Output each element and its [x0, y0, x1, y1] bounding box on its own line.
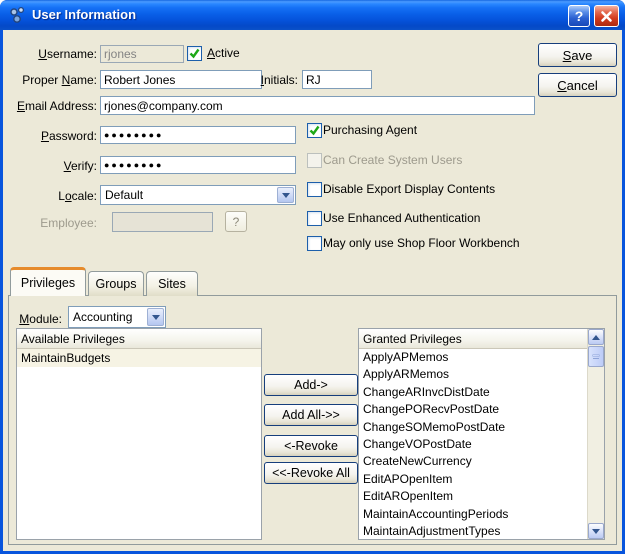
employee-input[interactable] [112, 212, 213, 232]
list-item[interactable]: ChangePORecvPostDate [359, 401, 587, 418]
list-item[interactable]: EditAPOpenItem [359, 471, 587, 488]
window-title: User Information [32, 7, 137, 22]
scroll-down-button[interactable] [588, 523, 604, 539]
list-item[interactable]: CreateNewCurrency [359, 453, 587, 470]
chevron-down-icon[interactable] [147, 308, 164, 326]
enhanced-authentication-checkbox[interactable] [307, 211, 322, 226]
granted-privileges-list: Granted Privileges ApplyAPMemos ApplyARM… [358, 328, 605, 540]
can-create-system-users-label: Can Create System Users [323, 153, 463, 167]
available-privileges-header[interactable]: Available Privileges [17, 329, 261, 349]
module-select[interactable]: Accounting [68, 306, 166, 328]
verify-input[interactable] [100, 156, 296, 174]
enhanced-authentication-label: Use Enhanced Authentication [323, 211, 481, 225]
cancel-button[interactable]: Cancel [538, 73, 617, 97]
tab-groups[interactable]: Groups [88, 271, 144, 296]
arrow-up-icon [592, 334, 600, 340]
add-button[interactable]: Add-> [264, 374, 358, 396]
list-item[interactable]: ChangeARInvcDistDate [359, 384, 587, 401]
purchasing-agent-label: Purchasing Agent [323, 123, 418, 137]
employee-label: Employee: [40, 216, 97, 230]
list-item[interactable]: ChangeVOPostDate [359, 436, 587, 453]
close-icon [601, 10, 612, 22]
save-button[interactable]: Save [538, 43, 617, 67]
list-item[interactable]: ApplyARMemos [359, 366, 587, 383]
can-create-system-users-checkbox [307, 153, 322, 168]
shop-floor-only-label: May only use Shop Floor Workbench [323, 236, 520, 250]
list-item[interactable]: ChangeSOMemoPostDate [359, 419, 587, 436]
revoke-button[interactable]: <-Revoke [264, 435, 358, 457]
granted-privileges-header[interactable]: Granted Privileges [359, 329, 587, 349]
check-icon [189, 48, 200, 59]
question-icon: ? [232, 214, 240, 229]
active-checkbox[interactable] [187, 46, 202, 61]
scrollbar-thumb[interactable] [588, 346, 604, 367]
initials-input[interactable] [302, 70, 372, 89]
list-item[interactable]: MaintainAccountingPeriods [359, 506, 587, 523]
proper-name-input[interactable] [100, 70, 262, 89]
purchasing-agent-checkbox[interactable] [307, 123, 322, 138]
titlebar[interactable]: User Information ? [0, 0, 625, 30]
locale-label: Locale: [58, 189, 97, 203]
proper-name-label: Proper Name: [22, 73, 97, 87]
check-icon [309, 125, 320, 136]
help-button[interactable]: ? [568, 5, 590, 27]
module-value: Accounting [73, 310, 133, 324]
password-label: Password: [40, 129, 97, 143]
verify-label: Verify: [63, 159, 97, 173]
module-label: Module: [19, 312, 62, 326]
tab-privileges[interactable]: Privileges [10, 267, 86, 296]
list-item[interactable]: EditAROpenItem [359, 488, 587, 505]
shop-floor-only-checkbox[interactable] [307, 236, 322, 251]
arrow-down-icon [592, 528, 600, 534]
username-input[interactable] [100, 45, 184, 63]
scroll-up-button[interactable] [588, 329, 604, 345]
locale-select[interactable]: Default [100, 185, 296, 205]
initials-label: Initials: [260, 73, 298, 87]
list-item[interactable]: ApplyAPMemos [359, 349, 587, 366]
add-all-button[interactable]: Add All->> [264, 404, 358, 426]
email-label: Email Address: [16, 99, 97, 113]
employee-lookup-button[interactable]: ? [225, 211, 247, 232]
locale-value: Default [105, 188, 144, 202]
vertical-scrollbar[interactable] [587, 329, 604, 539]
disable-export-checkbox[interactable] [307, 182, 322, 197]
password-input[interactable] [100, 126, 296, 144]
revoke-all-button[interactable]: <<-Revoke All [264, 462, 358, 484]
close-button[interactable] [594, 5, 619, 27]
active-label: Active [207, 46, 240, 60]
available-privileges-list: Available Privileges MaintainBudgets [16, 328, 262, 540]
username-label: Username: [38, 47, 97, 61]
chevron-down-icon[interactable] [277, 187, 294, 203]
question-icon: ? [574, 8, 584, 24]
list-item[interactable]: MaintainAdjustmentTypes [359, 523, 587, 539]
email-input[interactable] [100, 96, 535, 115]
tab-sites[interactable]: Sites [146, 271, 198, 296]
list-item[interactable]: MaintainBudgets [17, 349, 261, 367]
disable-export-label: Disable Export Display Contents [323, 182, 496, 196]
users-app-icon [10, 6, 25, 23]
user-information-dialog: User Information ? Username: Active Prop… [0, 0, 625, 554]
